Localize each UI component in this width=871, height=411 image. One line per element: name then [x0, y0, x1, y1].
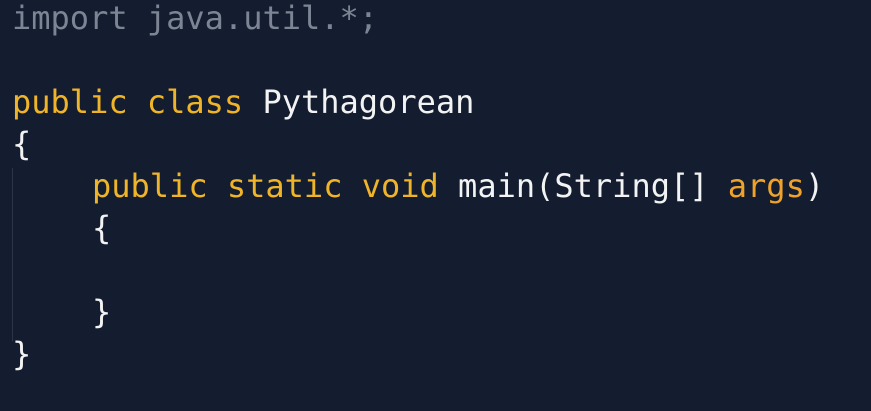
code-line-class-open-brace: { — [0, 123, 871, 165]
code-line-class-declaration: public class Pythagorean — [0, 81, 871, 123]
class-name: Pythagorean — [262, 83, 475, 121]
keyword-public: public — [12, 83, 128, 121]
code-line-empty-body — [0, 249, 871, 291]
open-brace: { — [92, 209, 112, 247]
open-brace: { — [12, 125, 32, 163]
code-line-class-close-brace: } — [0, 333, 871, 375]
parameter-name: args — [727, 167, 805, 205]
keyword-static: static — [226, 167, 343, 205]
keyword-public: public — [92, 167, 208, 205]
code-line-import: import java.util.*; — [0, 0, 871, 39]
code-line-method-open-brace: { — [0, 207, 871, 249]
code-line-method-declaration: public static void main(String[] args) — [0, 165, 871, 207]
keyword-void: void — [361, 167, 439, 205]
close-paren: ) — [804, 167, 825, 205]
close-brace: } — [12, 335, 32, 373]
method-signature: main(String[] — [458, 167, 709, 205]
close-brace: } — [92, 293, 112, 331]
keyword-class: class — [146, 83, 244, 121]
code-editor[interactable]: import java.util.*; public class Pythago… — [0, 0, 871, 411]
code-line-method-close-brace: } — [0, 291, 871, 333]
import-statement: import java.util.*; — [12, 0, 379, 37]
